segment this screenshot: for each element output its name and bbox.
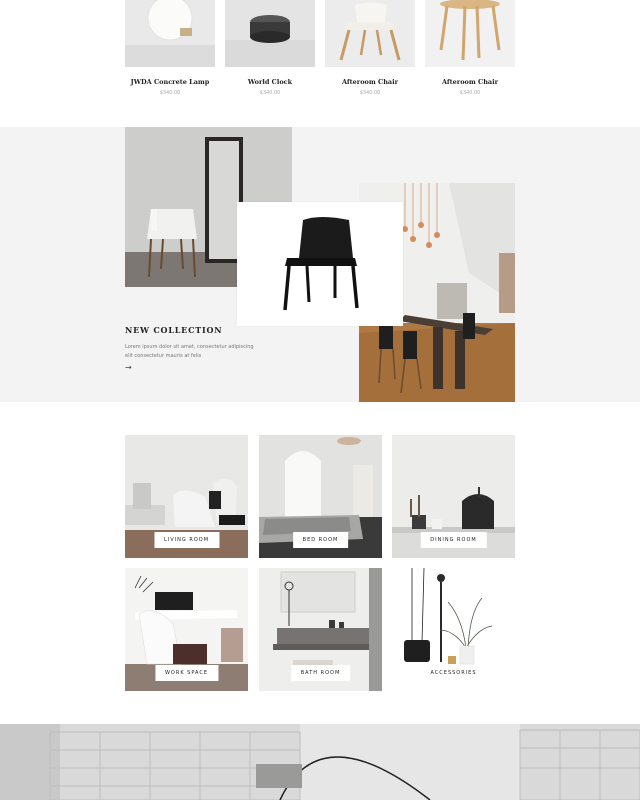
room-card-dining-room[interactable]: DINING ROOM	[392, 435, 515, 558]
room-card-bath-room[interactable]: BATH ROOM	[259, 568, 382, 691]
product-card[interactable]: Afteroom Chair $340.00	[425, 0, 515, 96]
product-row: JWDA Concrete Lamp $340.00 World Clock $…	[125, 0, 515, 100]
room-card-work-space[interactable]: WORK SPACE	[125, 568, 248, 691]
product-card[interactable]: Afteroom Chair $340.00	[325, 0, 415, 96]
room-label[interactable]: WORK SPACE	[154, 665, 219, 681]
bottom-banner-image	[0, 724, 640, 800]
room-label[interactable]: LIVING ROOM	[153, 532, 220, 548]
room-label[interactable]: BATH ROOM	[290, 665, 351, 681]
product-image-chair[interactable]	[325, 0, 415, 67]
product-image-lamp[interactable]	[125, 0, 215, 67]
product-card[interactable]: World Clock $340.00	[225, 0, 315, 96]
arrow-right-icon[interactable]: →	[125, 363, 132, 372]
product-name[interactable]: Afteroom Chair	[325, 78, 415, 86]
product-name[interactable]: JWDA Concrete Lamp	[125, 78, 215, 86]
room-grid: LIVING ROOM BED ROOM DINING ROOM WORK SP…	[125, 435, 515, 691]
product-card[interactable]: JWDA Concrete Lamp $340.00	[125, 0, 215, 96]
room-card-bed-room[interactable]: BED ROOM	[259, 435, 382, 558]
product-price: $340.00	[159, 90, 181, 96]
product-name[interactable]: World Clock	[225, 78, 315, 86]
collection-section: NEW COLLECTION Lorem ipsum dolor sit ame…	[0, 127, 640, 402]
room-card-accessories[interactable]: ACCESSORIES	[392, 568, 515, 691]
product-price: $340.00	[359, 90, 381, 96]
collection-description: Lorem ipsum dolor sit amet, consectetur …	[125, 344, 254, 359]
room-label[interactable]: ACCESSORIES	[420, 665, 487, 681]
room-card-living-room[interactable]: LIVING ROOM	[125, 435, 248, 558]
collection-title: NEW COLLECTION	[125, 325, 223, 335]
room-label[interactable]: BED ROOM	[292, 532, 349, 548]
product-price: $340.00	[259, 90, 281, 96]
product-name[interactable]: Afteroom Chair	[425, 78, 515, 86]
room-label[interactable]: DINING ROOM	[420, 532, 487, 548]
product-image-chair[interactable]	[425, 0, 515, 67]
product-price: $340.00	[459, 90, 481, 96]
product-image-clock[interactable]	[225, 0, 315, 67]
collection-image-black-chair[interactable]	[237, 202, 403, 326]
